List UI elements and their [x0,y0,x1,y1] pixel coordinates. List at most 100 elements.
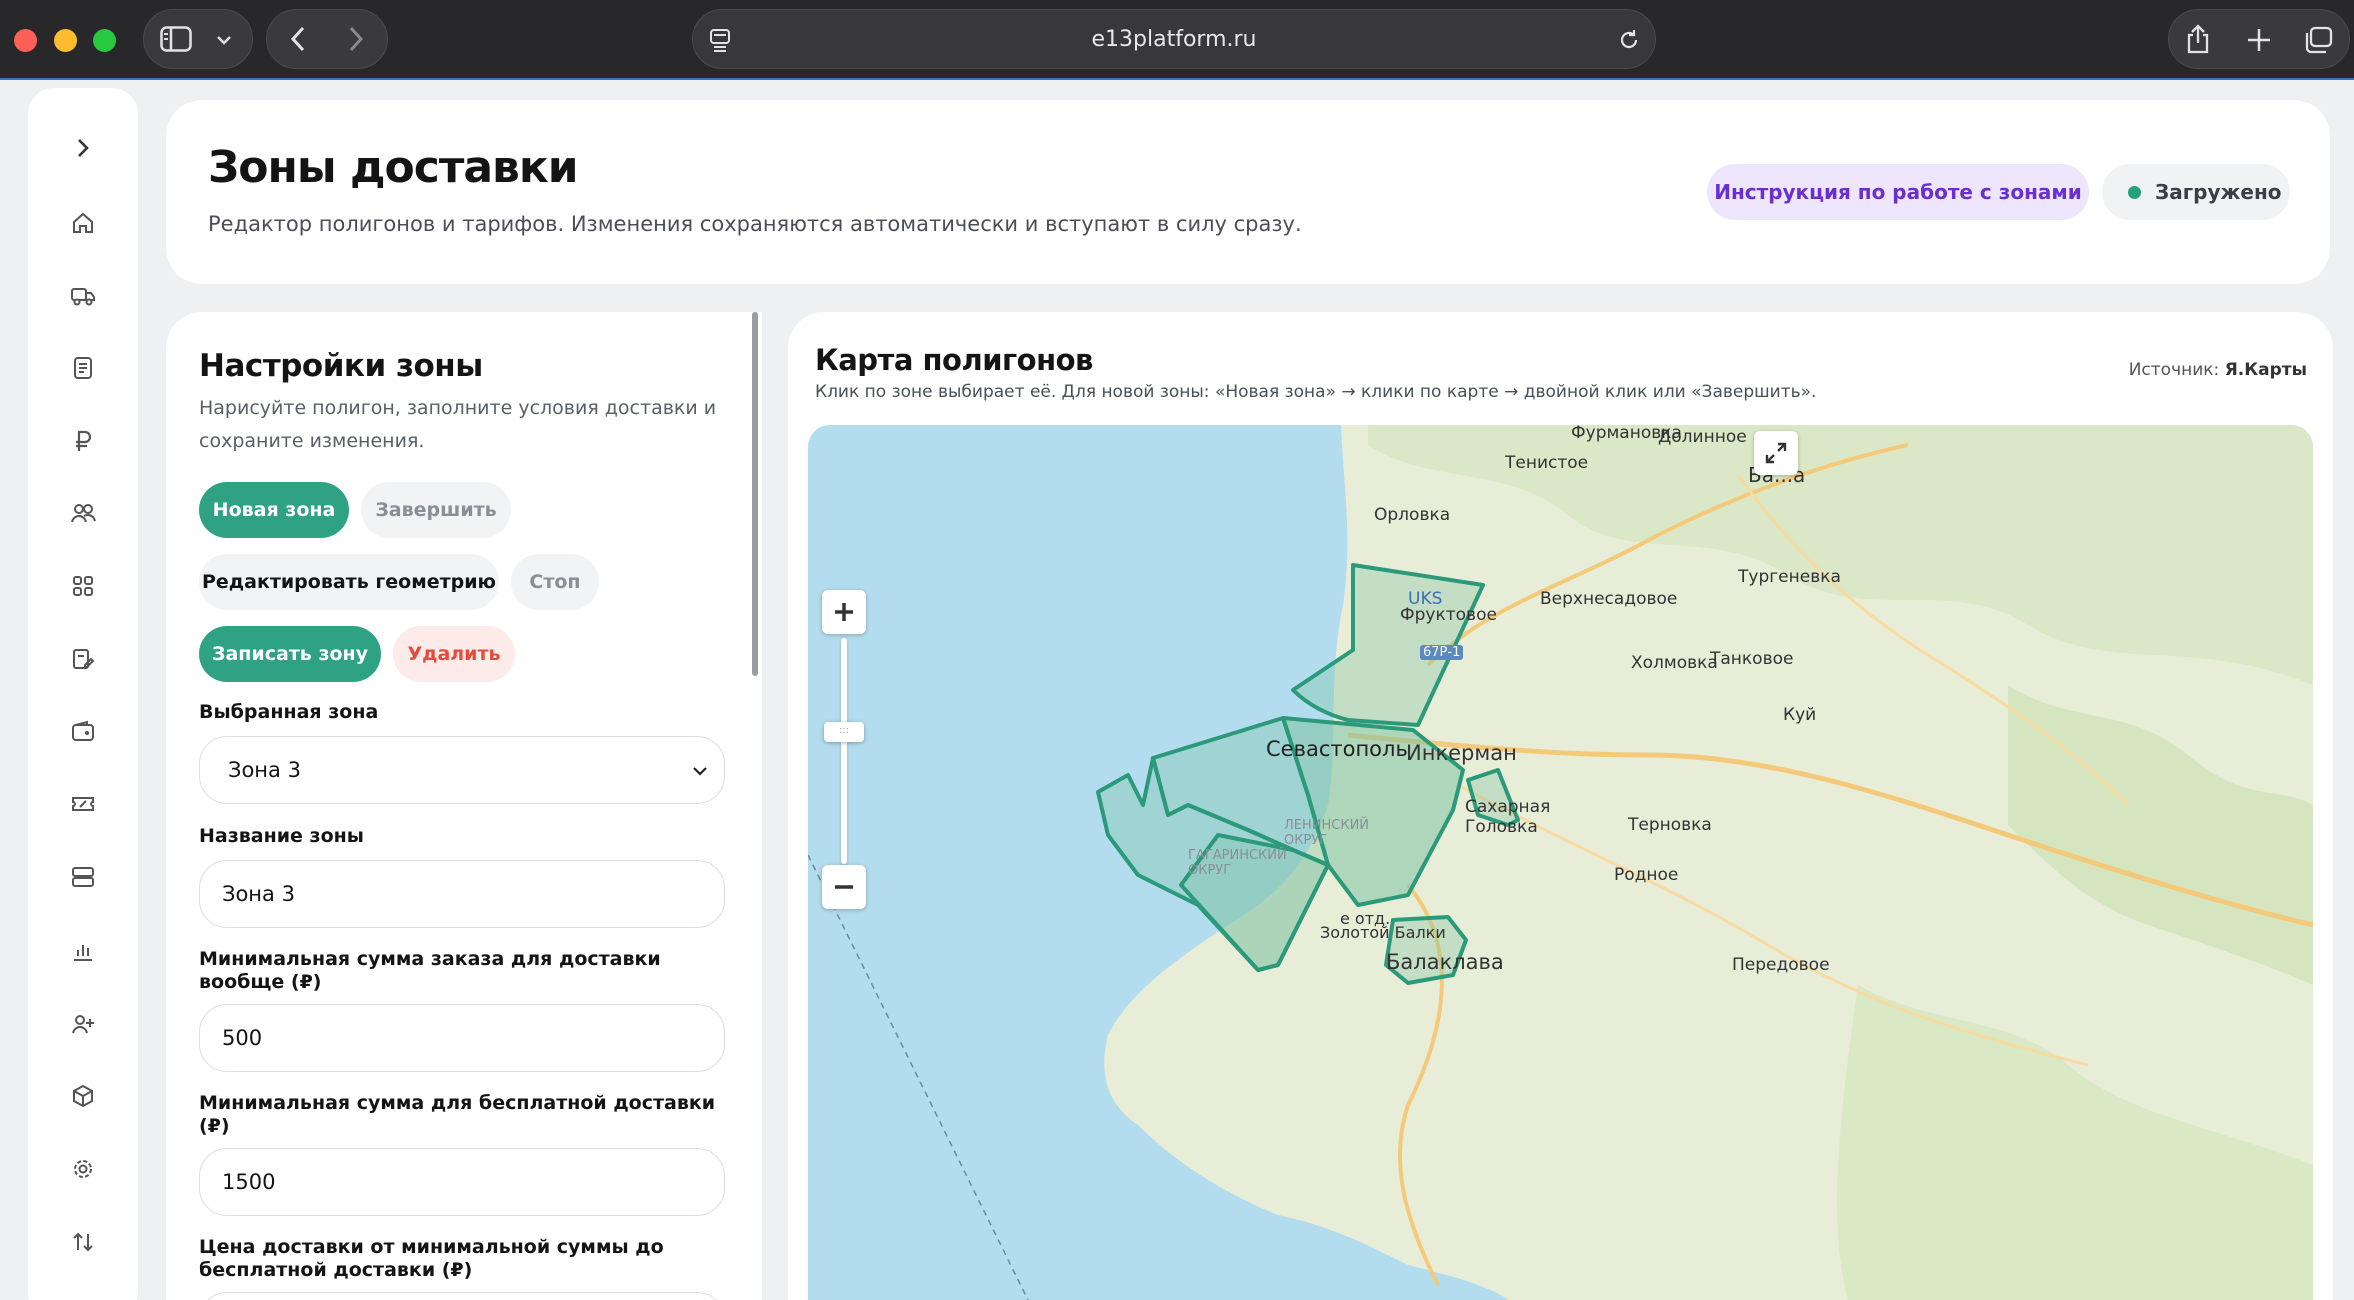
forward-arrow-icon[interactable] [347,26,365,52]
zone-settings-panel: Настройки зоны Нарисуйте полигон, заполн… [166,312,762,1300]
clipboard-edit-icon [73,649,95,669]
place-label: Золотой Балки [1320,923,1446,942]
chevron-down-icon [217,36,231,45]
place-label: Инкерман [1406,741,1517,765]
chevron-down-icon [693,767,707,776]
close-window-button[interactable] [14,29,37,52]
fullscreen-button[interactable] [1754,431,1798,475]
sidebar-item-prices[interactable] [28,423,138,459]
city-label: Севастополь [1266,737,1408,761]
delivery-price-input[interactable] [199,1292,725,1300]
reload-icon[interactable] [1617,28,1641,52]
finish-button[interactable]: Завершить [361,482,511,538]
map-source-value: Я.Карты [2224,360,2307,380]
url-text: e13platform.ru [1091,27,1257,52]
page-title: Зоны доставки [208,142,579,193]
sidebar-item-products[interactable] [28,1078,138,1114]
new-tab-icon[interactable] [2247,28,2271,52]
delete-zone-button[interactable]: Удалить [393,626,515,682]
district-label: ГАГАРИНСКИЙ ОКРУГ [1188,848,1287,878]
maximize-window-button[interactable] [93,29,116,52]
place-label: Терновка [1628,815,1712,835]
place-label: Передовое [1732,955,1830,975]
selected-zone-select[interactable]: Зона 3 [199,736,725,804]
sidebar-item-analytics[interactable] [28,933,138,969]
place-label: Фруктовое [1400,605,1497,625]
map-hint: Клик по зоне выбирает её. Для новой зоны… [815,382,1817,402]
status-dot [2128,185,2141,199]
minus-icon [835,885,853,889]
instructions-button[interactable]: Инструкция по работе с зонами [1707,164,2089,220]
sidebar-item-orders[interactable] [28,350,138,386]
page-subtitle: Редактор полигонов и тарифов. Изменения … [208,212,1302,236]
expand-sidebar-button[interactable] [28,130,138,166]
place-label: Тенистое [1505,453,1589,473]
min-order-label: Минимальная сумма заказа для доставки во… [199,948,661,993]
sidebar-item-settings[interactable] [28,1151,138,1187]
free-delivery-input[interactable]: 1500 [199,1148,725,1216]
edit-geometry-button[interactable]: Редактировать геометрию [199,554,499,610]
header-card: Зоны доставки Редактор полигонов и тариф… [166,100,2330,284]
zone-name-label: Название зоны [199,825,364,847]
map-source: Источник: Я.Карты [2129,360,2307,380]
browser-toolbar: e13platform.ru [0,0,2354,80]
sidebar-item-catalog[interactable] [28,568,138,604]
chevron-right-icon [78,139,89,157]
sidebar-item-storage[interactable] [28,859,138,895]
zoom-slider-handle[interactable]: ::: [824,722,864,742]
road-sign: 67Р-1 [1420,645,1464,660]
sort-arrows-icon [73,1232,93,1252]
share-icon[interactable] [2185,24,2211,54]
zone-name-input[interactable]: Зона 3 [199,860,725,928]
sidebar-item-home[interactable] [28,205,138,241]
zoom-in-button[interactable] [822,590,866,634]
home-icon [73,212,93,233]
tab-overview-icon[interactable] [2303,26,2333,54]
selected-zone-label: Выбранная зона [199,701,379,723]
delivery-price-label: Цена доставки от минимальной суммы до бе… [199,1236,664,1281]
ticket-icon [72,797,94,811]
minimize-window-button[interactable] [54,29,77,52]
sidebar-item-wallet[interactable] [28,713,138,749]
sidebar-item-users[interactable] [28,495,138,531]
address-bar[interactable]: e13platform.ru [692,9,1656,69]
new-zone-button[interactable]: Новая зона [199,482,349,538]
document-icon [74,357,92,379]
min-order-input[interactable]: 500 [199,1004,725,1072]
gear-icon [74,1160,92,1178]
back-arrow-icon[interactable] [289,26,307,52]
stop-button[interactable]: Стоп [511,554,599,610]
map-canvas [808,425,2313,1300]
save-zone-button[interactable]: Записать зону [199,626,381,682]
sidebar-item-delivery[interactable] [28,278,138,314]
place-label: Сахарная Головка [1465,797,1551,837]
settings-title: Настройки зоны [199,348,483,384]
shipping-route [808,854,1029,1300]
place-label: Тургеневка [1738,567,1841,587]
map-title: Карта полигонов [815,343,1093,377]
settings-scrollbar[interactable] [752,312,758,676]
status-badge: Загружено [2102,164,2290,220]
selected-zone-value: Зона 3 [228,758,301,782]
page: Зоны доставки Редактор полигонов и тариф… [0,80,2354,1300]
place-label: Холмовка [1631,653,1718,673]
place-label: Балаклава [1386,950,1504,974]
plus-icon [835,603,853,621]
zoom-track[interactable] [841,638,847,864]
wallet-icon [72,720,94,741]
bar-chart-icon [74,945,92,961]
ruble-icon [76,430,92,451]
place-label: Долинное [1658,427,1747,447]
nav-sidebar [28,88,138,1300]
sidebar-item-add-user[interactable] [28,1006,138,1042]
map-source-label: Источник: [2128,360,2220,380]
sidebar-toggle-button[interactable] [143,9,253,69]
polygon-map[interactable]: Фурмановка Долинное Тенистое Орловка Тур… [808,425,2313,1300]
place-label: Куй [1783,705,1817,725]
sidebar-item-sort[interactable] [28,1224,138,1260]
window-actions [2168,9,2350,69]
expand-icon [1765,442,1787,464]
sidebar-item-promos[interactable] [28,786,138,822]
zoom-out-button[interactable] [822,865,866,909]
sidebar-item-tasks[interactable] [28,641,138,677]
